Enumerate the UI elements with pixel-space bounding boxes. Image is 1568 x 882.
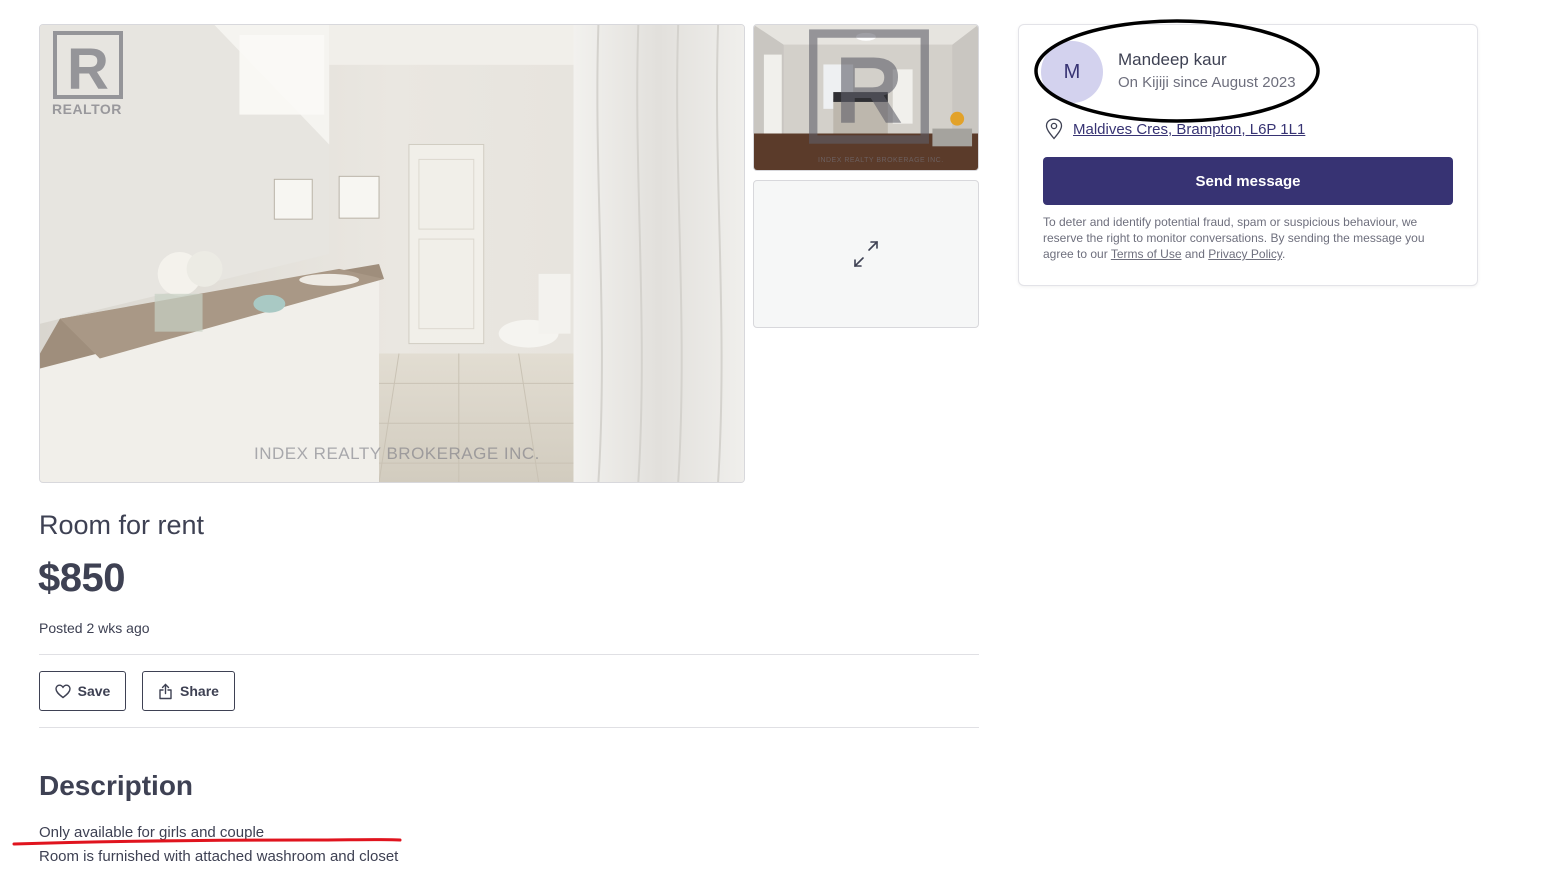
privacy-policy-link[interactable]: Privacy Policy [1208, 247, 1282, 261]
save-button[interactable]: Save [39, 671, 126, 711]
disclaimer-and: and [1181, 247, 1209, 261]
map-pin-icon [1045, 118, 1063, 140]
disclaimer-end: . [1282, 247, 1286, 261]
posted-date: Posted 2 wks ago [39, 620, 150, 636]
expand-icon [854, 241, 878, 267]
save-label: Save [77, 683, 111, 699]
monitoring-disclaimer: To deter and identify potential fraud, s… [1043, 214, 1455, 262]
location-row: Maldives Cres, Brampton, L6P 1L1 [1045, 118, 1305, 140]
seller-name[interactable]: Mandeep kaur [1118, 50, 1227, 70]
svg-text:R: R [835, 38, 903, 144]
bathroom-photo [40, 25, 744, 482]
share-button[interactable]: Share [142, 671, 235, 711]
brokerage-watermark: INDEX REALTY BROKERAGE INC. [254, 444, 540, 463]
send-message-button[interactable]: Send message [1043, 157, 1453, 205]
share-icon [159, 683, 172, 699]
send-message-label: Send message [1195, 172, 1301, 190]
terms-of-use-link[interactable]: Terms of Use [1111, 247, 1182, 261]
expand-gallery-button[interactable] [753, 180, 979, 328]
member-since: On Kijiji since August 2023 [1118, 74, 1296, 91]
share-label: Share [180, 683, 219, 699]
main-listing-photo[interactable]: R REALTOR INDEX REALTY BROKERAGE INC. [39, 24, 745, 483]
divider [39, 727, 979, 728]
description-heading: Description [39, 770, 194, 801]
listing-title: Room for rent [39, 510, 205, 540]
description-line: Room is furnished with attached washroom… [39, 848, 399, 865]
description-line: Only available for girls and couple [39, 824, 265, 841]
svg-text:R: R [67, 37, 109, 102]
divider [39, 654, 979, 655]
heart-icon [54, 683, 71, 698]
avatar-initial: M [1063, 60, 1081, 83]
realtor-r-icon: R [809, 29, 929, 144]
realtor-logo-text: REALTOR [52, 101, 122, 117]
thumbnail-photo-1[interactable]: INDEX REALTY BROKERAGE INC. R [753, 24, 979, 171]
realtor-logo-watermark: R REALTOR [52, 31, 124, 117]
listing-price: $850 [38, 556, 125, 600]
avatar[interactable]: M [1041, 41, 1103, 103]
location-link[interactable]: Maldives Cres, Brampton, L6P 1L1 [1073, 121, 1305, 138]
